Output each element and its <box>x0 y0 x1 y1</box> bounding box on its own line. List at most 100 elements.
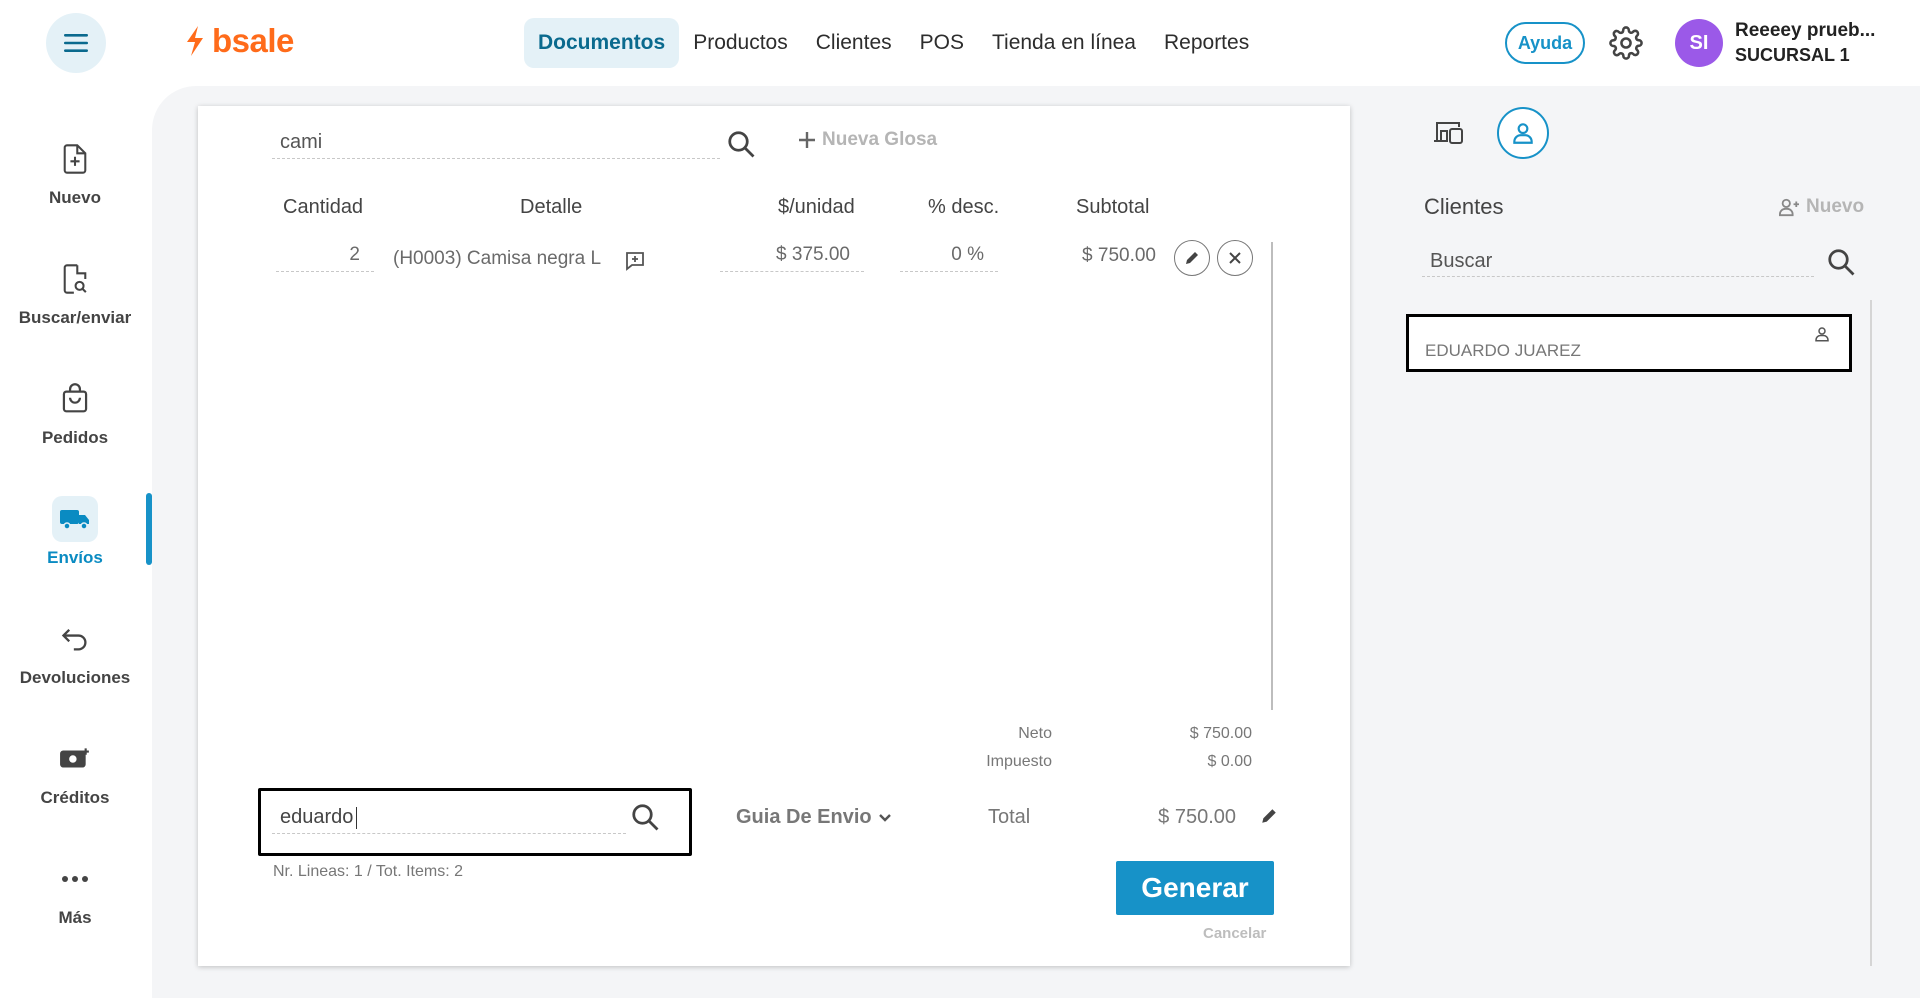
unit-price-input[interactable]: $ 375.00 <box>720 240 864 272</box>
main-nav: Documentos Productos Clientes POS Tienda… <box>524 18 1263 68</box>
sidebar-label: Más <box>58 908 92 927</box>
add-user-icon <box>1779 198 1799 217</box>
edit-row-button[interactable] <box>1174 240 1210 276</box>
plus-icon <box>799 132 815 148</box>
client-search-value: eduardo <box>280 806 354 828</box>
nav-reportes[interactable]: Reportes <box>1150 18 1263 68</box>
client-search-input[interactable]: eduardo <box>272 800 626 834</box>
hamburger-icon <box>64 34 88 52</box>
text-cursor <box>356 806 358 829</box>
file-search-icon <box>63 264 87 294</box>
help-button[interactable]: Ayuda <box>1505 22 1585 64</box>
impuesto-value: $ 0.00 <box>1207 753 1252 770</box>
client-result-name: EDUARDO JUAREZ <box>1425 341 1581 360</box>
money-plus-icon <box>60 748 89 768</box>
menu-button[interactable] <box>46 13 106 73</box>
sidebar-label: Devoluciones <box>19 668 131 687</box>
column-header-cantidad: Cantidad <box>283 196 364 218</box>
return-arrow-icon <box>61 628 87 651</box>
pencil-icon[interactable] <box>1260 807 1278 825</box>
nav-clientes[interactable]: Clientes <box>802 18 906 68</box>
avatar[interactable]: SI <box>1675 19 1723 67</box>
product-detail: (H0003) Camisa negra L <box>393 248 602 269</box>
new-client-label: Nuevo <box>1806 196 1865 217</box>
impuesto-label: Impuesto <box>986 753 1052 770</box>
sidebar-item-creditos[interactable]: Créditos <box>0 736 150 836</box>
side-icon-wrap <box>52 736 98 782</box>
nav-productos[interactable]: Productos <box>679 18 802 68</box>
column-header-detalle: Detalle <box>520 196 583 218</box>
tab-devices[interactable] <box>1432 116 1466 150</box>
search-icon[interactable] <box>1826 247 1856 277</box>
pencil-icon <box>1186 252 1198 264</box>
side-icon-wrap <box>52 496 98 542</box>
gear-icon[interactable] <box>1609 26 1643 60</box>
side-icon-wrap <box>52 616 98 662</box>
bolt-logo-icon <box>187 26 203 56</box>
column-header-subtotal: Subtotal <box>1076 196 1150 218</box>
truck-icon <box>60 510 89 530</box>
total-value: $ 750.00 <box>1158 806 1236 828</box>
user-name[interactable]: Reeeey prueb... <box>1735 20 1875 42</box>
document-type-dropdown[interactable]: Guia De Envio <box>736 806 892 829</box>
document-type-value: Guia De Envio <box>736 806 872 828</box>
tab-client[interactable] <box>1497 107 1549 159</box>
client-search-icon[interactable] <box>630 802 660 832</box>
sidebar-label: Nuevo <box>49 188 101 207</box>
branch-name: SUCURSAL 1 <box>1735 45 1850 65</box>
side-icon-wrap <box>52 856 98 902</box>
sidebar-label: Créditos <box>40 788 110 807</box>
sidebar-label: Envíos <box>47 548 103 567</box>
column-header-unit-price: $/unidad <box>778 196 855 218</box>
generate-button[interactable]: Generar <box>1116 861 1274 915</box>
side-icon-wrap <box>52 136 98 182</box>
more-dots-icon <box>62 876 88 882</box>
sidebar-label: Pedidos <box>41 428 109 447</box>
neto-value: $ 750.00 <box>1189 725 1252 742</box>
sidebar-item-devoluciones[interactable]: Devoluciones <box>0 616 150 716</box>
nav-documentos[interactable]: Documentos <box>524 18 680 68</box>
top-bar: bsale Documentos Productos Clientes POS … <box>0 0 1920 86</box>
panel-scrollbar[interactable] <box>1870 300 1872 966</box>
shopping-bag-icon <box>62 383 88 413</box>
side-icon-wrap <box>52 256 98 302</box>
bsale-logo[interactable]: bsale <box>184 22 294 60</box>
discount-input[interactable]: 0 % <box>900 240 998 272</box>
cancel-link[interactable]: Cancelar <box>1203 925 1266 942</box>
table-scrollbar[interactable] <box>1271 242 1273 710</box>
quantity-input[interactable]: 2 <box>276 240 374 272</box>
sidebar-item-envios[interactable]: Envíos <box>0 496 150 596</box>
client-result-item[interactable]: EDUARDO JUAREZ <box>1406 314 1852 372</box>
devices-icon <box>1434 122 1463 144</box>
lines-info: Nr. Lineas: 1 / Tot. Items: 2 <box>273 863 464 880</box>
client-panel-search-input[interactable]: Buscar <box>1422 245 1814 277</box>
nav-tienda-en-linea[interactable]: Tienda en línea <box>978 18 1150 68</box>
neto-label: Neto <box>1018 725 1052 742</box>
search-icon[interactable] <box>726 129 756 159</box>
sidebar-item-nuevo[interactable]: Nuevo <box>0 136 150 236</box>
sidebar: Nuevo Buscar/enviar Pedidos Envíos Devol… <box>0 86 150 998</box>
side-icon-wrap <box>52 376 98 422</box>
clients-title: Clientes <box>1424 194 1504 219</box>
new-client-button[interactable]: Nuevo <box>1778 196 1864 218</box>
sidebar-item-buscar-enviar[interactable]: Buscar/enviar <box>0 256 150 356</box>
nav-pos[interactable]: POS <box>906 18 978 68</box>
sidebar-label: Buscar/enviar <box>18 308 132 327</box>
logo-text: bsale <box>212 22 294 59</box>
sidebar-item-mas[interactable]: Más <box>0 856 150 956</box>
row-subtotal: $ 750.00 <box>1082 245 1156 266</box>
column-header-discount: % desc. <box>928 196 1000 218</box>
sidebar-active-indicator <box>146 493 152 565</box>
new-gloss-button[interactable]: Nueva Glosa <box>798 129 937 151</box>
user-icon <box>1815 327 1829 342</box>
remove-row-button[interactable] <box>1217 240 1253 276</box>
add-comment-icon[interactable] <box>624 250 646 272</box>
close-icon <box>1229 252 1241 264</box>
product-search-input[interactable]: cami <box>272 125 720 159</box>
file-plus-icon <box>63 144 87 174</box>
chevron-down-icon <box>878 813 891 822</box>
sidebar-item-pedidos[interactable]: Pedidos <box>0 376 150 476</box>
user-icon <box>1513 123 1533 144</box>
new-gloss-label: Nueva Glosa <box>822 129 938 150</box>
total-label: Total <box>988 806 1031 828</box>
